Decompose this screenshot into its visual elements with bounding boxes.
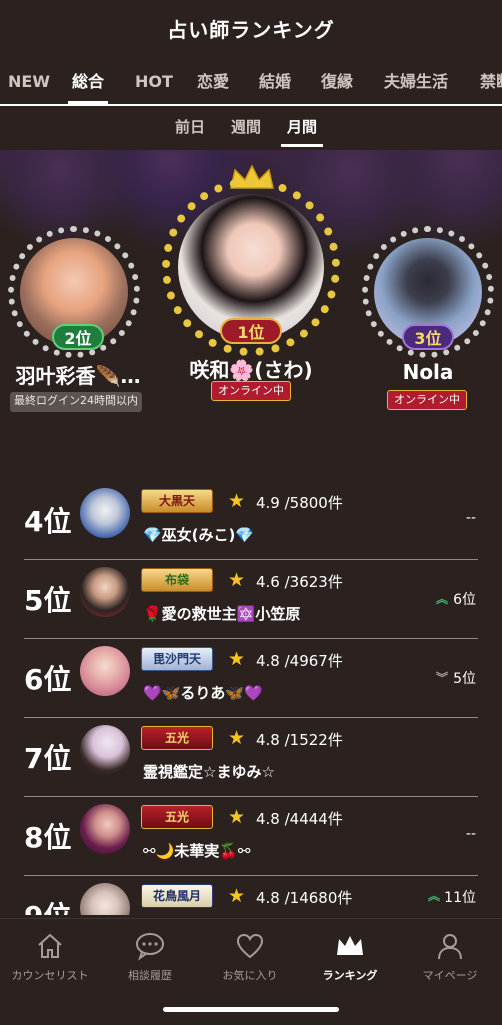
rank-change: 11位 xyxy=(444,890,476,906)
tab-weekly[interactable]: 週間 xyxy=(231,116,261,137)
title-badge: 五光 xyxy=(141,805,213,829)
nav-label: お気に入り xyxy=(222,969,278,982)
rating-text: 4.8 /4967件 xyxy=(256,652,343,670)
divider xyxy=(24,796,478,797)
person-icon xyxy=(400,931,500,963)
tab-marriage[interactable]: 結婚 xyxy=(259,68,291,96)
rank-change: 5位 xyxy=(453,671,476,687)
heart-icon xyxy=(200,931,300,963)
login-status: 最終ログイン24時間以内 xyxy=(10,392,142,412)
tab-hot[interactable]: HOT xyxy=(135,68,173,96)
app-header: 占い師ランキング xyxy=(0,0,502,60)
tab-new[interactable]: NEW xyxy=(8,68,50,96)
star-icon: ★ xyxy=(228,490,246,512)
ranking-row[interactable]: 9位 花鳥風月 ★ 4.8 /14680件 ︽ 11位 xyxy=(0,877,502,915)
rank-label: 4位 xyxy=(24,505,72,538)
page-title: 占い師ランキング xyxy=(167,18,335,42)
online-status: オンライン中 xyxy=(211,381,291,401)
nav-label: カウンセリスト xyxy=(11,969,89,982)
ranking-row[interactable]: 7位 五光 ★ 4.8 /1522件 霊視鑑定☆まゆみ☆ xyxy=(0,719,502,797)
ranking-row[interactable]: 4位 大黒天 ★ 4.9 /5800件 💎巫女(みこ)💎 -- xyxy=(0,482,502,560)
divider xyxy=(24,875,478,876)
nav-ranking[interactable]: ランキング xyxy=(300,931,400,983)
home-icon xyxy=(0,931,100,963)
avatar xyxy=(80,488,130,538)
rating-text: 4.8 /4444件 xyxy=(256,810,343,828)
fortune-teller-name: 霊視鑑定☆まゆみ☆ xyxy=(143,763,275,781)
nav-label: マイページ xyxy=(422,969,478,982)
rank-label: 8位 xyxy=(24,821,72,854)
rank-label: 9位 xyxy=(24,895,71,915)
rank-badge: 2位 xyxy=(52,324,104,350)
rank-up-icon: ︽ xyxy=(435,592,448,606)
rank-badge: 1位 xyxy=(220,318,282,344)
rank-label: 7位 xyxy=(24,742,72,775)
nav-mypage[interactable]: マイページ xyxy=(400,931,500,983)
fortune-teller-name: 🌹愛の救世主🔯小笠原 xyxy=(143,605,301,623)
home-indicator xyxy=(163,1007,339,1012)
star-icon: ★ xyxy=(228,648,246,670)
crown-icon xyxy=(300,931,400,963)
star-icon: ★ xyxy=(228,569,246,591)
tab-monthly[interactable]: 月間 xyxy=(280,116,324,147)
divider xyxy=(24,638,478,639)
first-place-name: 咲和🌸(さわ) xyxy=(189,358,313,382)
second-place-name: 羽叶彩香🪶… xyxy=(15,364,141,388)
avatar xyxy=(80,725,130,775)
rating-text: 4.6 /3623件 xyxy=(256,573,343,591)
online-status: オンライン中 xyxy=(387,390,467,410)
star-icon: ★ xyxy=(228,806,246,828)
divider xyxy=(24,559,478,560)
top-three-podium: 2位 羽叶彩香🪶… 最終ログイン24時間以内 1位 咲和🌸(さわ) オンライン中… xyxy=(0,150,502,420)
fortune-teller-name: 💜🦋るりあ🦋💜 xyxy=(143,684,263,702)
title-badge: 毘沙門天 xyxy=(141,647,213,671)
rating-text: 4.9 /5800件 xyxy=(256,494,343,512)
rank-change: -- xyxy=(465,510,476,526)
tab-married-life[interactable]: 夫婦生活 xyxy=(384,68,448,96)
rank-up-icon: ︽ xyxy=(427,889,440,903)
tab-forbidden[interactable]: 禁断 xyxy=(480,68,502,96)
rank-badge: 3位 xyxy=(402,324,454,350)
tab-reunion[interactable]: 復縁 xyxy=(321,68,353,96)
title-badge: 布袋 xyxy=(141,568,213,592)
ranking-row[interactable]: 5位 布袋 ★ 4.6 /3623件 🌹愛の救世主🔯小笠原 ︽ 6位 xyxy=(0,561,502,639)
avatar xyxy=(80,804,130,854)
tab-overall[interactable]: 総合 xyxy=(67,68,109,104)
ranking-row[interactable]: 8位 五光 ★ 4.8 /4444件 ⚯🌙未華実🍒⚯ -- xyxy=(0,798,502,876)
rating-text: 4.8 /1522件 xyxy=(256,731,343,749)
rank-label: 6位 xyxy=(24,663,72,696)
nav-counselors[interactable]: カウンセリスト xyxy=(0,931,100,983)
title-badge: 大黒天 xyxy=(141,489,213,513)
period-tabs: 前日 週間 月間 xyxy=(0,108,502,150)
avatar xyxy=(80,567,130,617)
nav-favorites[interactable]: お気に入り xyxy=(200,931,300,983)
title-badge: 五光 xyxy=(141,726,213,750)
divider xyxy=(24,717,478,718)
star-icon: ★ xyxy=(228,885,246,907)
fortune-teller-name: ⚯🌙未華実🍒⚯ xyxy=(143,842,251,860)
third-place-card[interactable]: 3位 xyxy=(362,226,494,358)
rank-change: -- xyxy=(465,826,476,842)
rank-down-icon: ︾ xyxy=(435,671,448,685)
star-icon: ★ xyxy=(228,727,246,749)
tab-previous-day[interactable]: 前日 xyxy=(175,116,205,137)
rank-change: 6位 xyxy=(453,592,476,608)
rating-text: 4.8 /14680件 xyxy=(256,889,353,907)
category-tabs: NEW 総合 HOT 恋愛 結婚 復縁 夫婦生活 禁断 xyxy=(0,60,502,106)
first-place-card[interactable]: 1位 xyxy=(162,178,340,356)
second-place-card[interactable]: 2位 xyxy=(8,226,140,358)
third-place-name: Nola xyxy=(402,360,454,384)
nav-history[interactable]: 相談履歴 xyxy=(100,931,200,983)
rank-label: 5位 xyxy=(24,584,72,617)
nav-label: ランキング xyxy=(322,969,378,982)
chat-bubble-icon xyxy=(100,931,200,963)
fortune-teller-name: 💎巫女(みこ)💎 xyxy=(143,526,255,544)
title-badge: 花鳥風月 xyxy=(141,884,213,908)
nav-label: 相談履歴 xyxy=(128,969,172,982)
ranking-row[interactable]: 6位 毘沙門天 ★ 4.8 /4967件 💜🦋るりあ🦋💜 ︾ 5位 xyxy=(0,640,502,718)
avatar xyxy=(80,646,130,696)
tab-love[interactable]: 恋愛 xyxy=(197,68,229,96)
avatar xyxy=(80,883,130,915)
